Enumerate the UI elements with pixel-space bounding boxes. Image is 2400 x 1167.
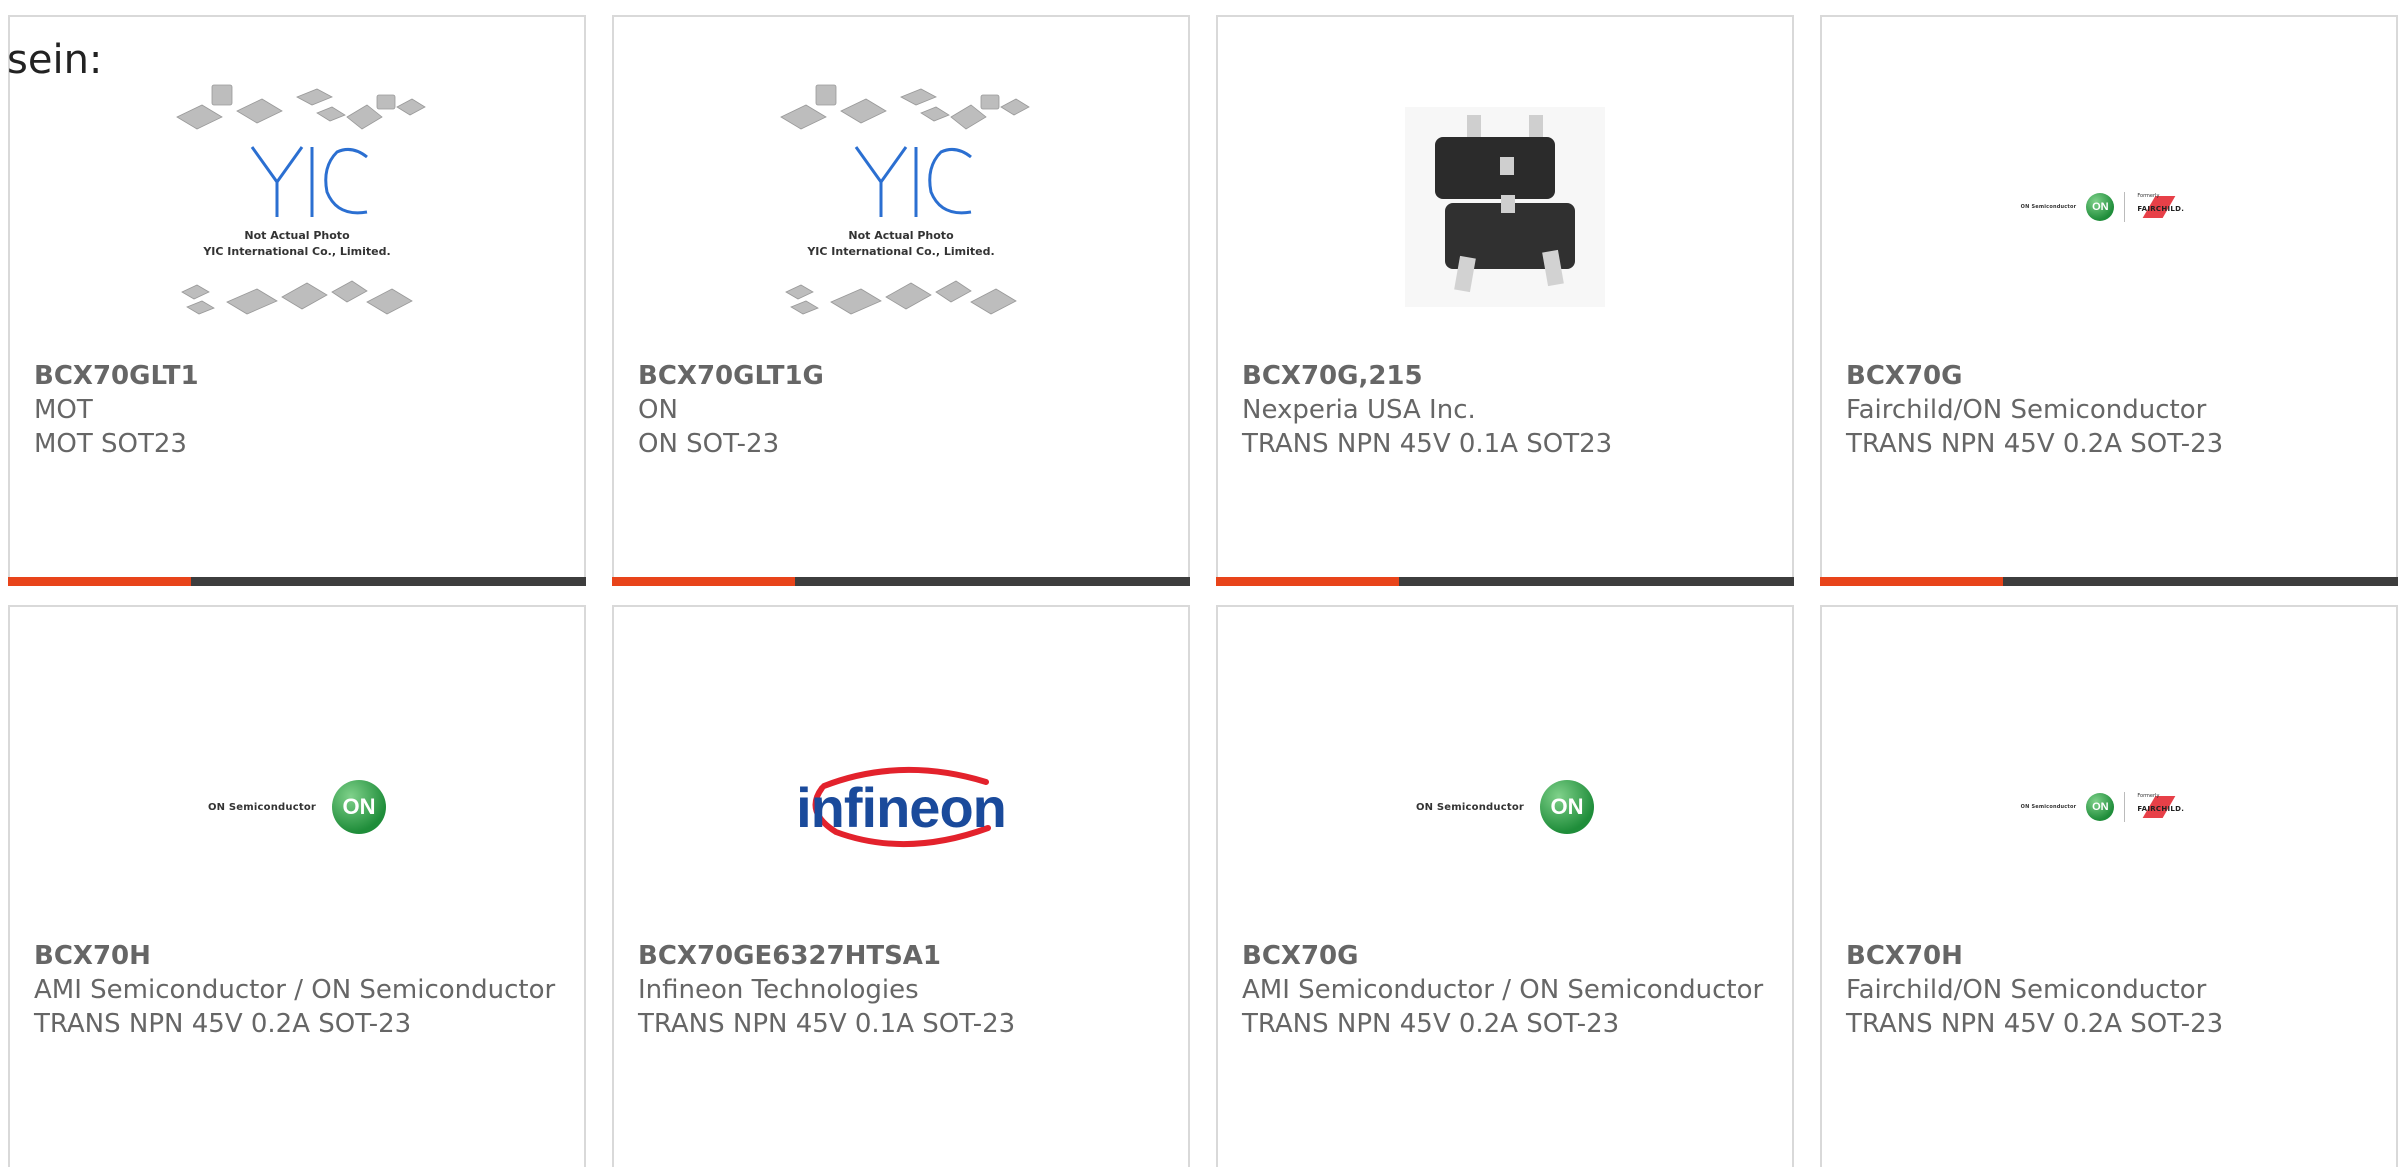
manufacturer: MOT bbox=[34, 395, 93, 425]
fairchild-text: FAIRCHILD. bbox=[2137, 805, 2185, 813]
on-semiconductor-text: ON Semiconductor bbox=[2020, 204, 2077, 210]
fairchild-logo-icon: Formerly FAIRCHILD. bbox=[2135, 792, 2197, 822]
product-info: BCX70GE6327HTSA1 Infineon Technologies T… bbox=[638, 939, 1168, 1041]
product-grid-page: sein: Not Actual Photo YIC International… bbox=[0, 0, 2400, 1167]
manufacturer: AMI Semiconductor / ON Semiconductor bbox=[34, 975, 556, 1005]
manufacturer: ON bbox=[638, 395, 678, 425]
formerly-text: Formerly bbox=[2137, 793, 2160, 799]
product-info: BCX70GLT1 MOT MOT SOT23 bbox=[34, 359, 564, 461]
product-image[interactable]: ON Semiconductor ON bbox=[10, 657, 584, 957]
on-semiconductor-text: ON Semiconductor bbox=[1415, 801, 1525, 813]
on-fairchild-logo: ON Semiconductor ON Formerly FAIRCHILD. bbox=[2021, 192, 2198, 222]
part-number[interactable]: BCX70GE6327HTSA1 bbox=[638, 939, 1168, 973]
part-number[interactable]: BCX70GLT1G bbox=[638, 359, 1168, 393]
manufacturer: AMI Semiconductor / ON Semiconductor bbox=[1242, 975, 1764, 1005]
infineon-logo: infineon bbox=[796, 762, 1007, 852]
product-info: BCX70GLT1G ON ON SOT-23 bbox=[638, 359, 1168, 461]
product-image[interactable]: ON Semiconductor ON Formerly FAIRCHILD. bbox=[1822, 657, 2396, 957]
card-accent bbox=[612, 577, 795, 586]
on-semiconductor-logo: ON Semiconductor ON bbox=[1415, 780, 1595, 834]
product-card[interactable]: Not Actual Photo YIC International Co., … bbox=[8, 15, 586, 586]
product-info: BCX70G,215 Nexperia USA Inc. TRANS NPN 4… bbox=[1242, 359, 1772, 461]
intro-text: sein: bbox=[7, 37, 103, 83]
description: TRANS NPN 45V 0.2A SOT-23 bbox=[34, 1009, 412, 1039]
description: TRANS NPN 45V 0.1A SOT23 bbox=[1242, 429, 1613, 459]
fairchild-text: FAIRCHILD. bbox=[2137, 205, 2185, 213]
infineon-text: infineon bbox=[796, 775, 1007, 839]
yic-caption-line1: Not Actual Photo bbox=[244, 229, 350, 242]
description: ON SOT-23 bbox=[638, 429, 780, 459]
manufacturer: Infineon Technologies bbox=[638, 975, 919, 1005]
card-accent bbox=[1216, 577, 1399, 586]
product-card[interactable]: ON Semiconductor ON Formerly FAIRCHILD. … bbox=[1820, 15, 2398, 586]
manufacturer: Fairchild/ON Semiconductor bbox=[1846, 395, 2207, 425]
on-logo-icon: ON bbox=[332, 780, 387, 834]
card-accent bbox=[1820, 577, 2003, 586]
product-image[interactable]: ON Semiconductor ON bbox=[1218, 657, 1792, 957]
logo-divider bbox=[2124, 192, 2126, 222]
product-info: BCX70H AMI Semiconductor / ON Semiconduc… bbox=[34, 939, 564, 1041]
product-info: BCX70G AMI Semiconductor / ON Semiconduc… bbox=[1242, 939, 1772, 1041]
fairchild-logo-icon: Formerly FAIRCHILD. bbox=[2135, 192, 2197, 222]
product-image[interactable]: Not Actual Photo YIC International Co., … bbox=[10, 57, 584, 357]
on-fairchild-logo: ON Semiconductor ON Formerly FAIRCHILD. bbox=[2021, 792, 2198, 822]
product-card[interactable]: ON Semiconductor ON BCX70H AMI Semicondu… bbox=[8, 605, 586, 1167]
card-bottom-bar bbox=[8, 577, 586, 586]
logo-divider bbox=[2124, 792, 2126, 822]
product-info: BCX70H Fairchild/ON Semiconductor TRANS … bbox=[1846, 939, 2376, 1041]
formerly-text: Formerly bbox=[2137, 193, 2160, 199]
description: TRANS NPN 45V 0.1A SOT-23 bbox=[638, 1009, 1016, 1039]
product-image[interactable]: Not Actual Photo YIC International Co., … bbox=[614, 57, 1188, 357]
card-accent bbox=[8, 577, 191, 586]
part-number[interactable]: BCX70G,215 bbox=[1242, 359, 1772, 393]
description: MOT SOT23 bbox=[34, 429, 187, 459]
product-card[interactable]: BCX70G,215 Nexperia USA Inc. TRANS NPN 4… bbox=[1216, 15, 1794, 586]
product-image[interactable]: infineon bbox=[614, 657, 1188, 957]
part-number[interactable]: BCX70H bbox=[1846, 939, 2376, 973]
description: TRANS NPN 45V 0.2A SOT-23 bbox=[1846, 429, 2224, 459]
manufacturer: Nexperia USA Inc. bbox=[1242, 395, 1476, 425]
on-semiconductor-text: ON Semiconductor bbox=[2020, 804, 2077, 810]
yic-placeholder-image: Not Actual Photo YIC International Co., … bbox=[780, 84, 1030, 315]
yic-caption-line2: YIC International Co., Limited. bbox=[806, 245, 994, 258]
part-number[interactable]: BCX70GLT1 bbox=[34, 359, 564, 393]
yic-placeholder-image: Not Actual Photo YIC International Co., … bbox=[176, 84, 426, 315]
product-image[interactable] bbox=[1218, 57, 1792, 357]
description: TRANS NPN 45V 0.2A SOT-23 bbox=[1242, 1009, 1620, 1039]
product-card[interactable]: ON Semiconductor ON Formerly FAIRCHILD. … bbox=[1820, 605, 2398, 1167]
product-card[interactable]: Not Actual Photo YIC International Co., … bbox=[612, 15, 1190, 586]
on-logo-icon: ON bbox=[2086, 793, 2115, 821]
yic-caption-line1: Not Actual Photo bbox=[848, 229, 954, 242]
on-logo-icon: ON bbox=[1540, 780, 1595, 834]
product-card[interactable]: ON Semiconductor ON BCX70G AMI Semicondu… bbox=[1216, 605, 1794, 1167]
card-bottom-bar bbox=[1216, 577, 1794, 586]
manufacturer: Fairchild/ON Semiconductor bbox=[1846, 975, 2207, 1005]
part-number[interactable]: BCX70H bbox=[34, 939, 564, 973]
on-logo-icon: ON bbox=[2086, 193, 2115, 221]
card-bottom-bar bbox=[1820, 577, 2398, 586]
description: TRANS NPN 45V 0.2A SOT-23 bbox=[1846, 1009, 2224, 1039]
on-semiconductor-logo: ON Semiconductor ON bbox=[207, 780, 387, 834]
product-image[interactable]: ON Semiconductor ON Formerly FAIRCHILD. bbox=[1822, 57, 2396, 357]
sot23-chip-photo bbox=[1405, 107, 1605, 307]
yic-caption-line2: YIC International Co., Limited. bbox=[202, 245, 390, 258]
on-semiconductor-text: ON Semiconductor bbox=[207, 801, 317, 813]
product-info: BCX70G Fairchild/ON Semiconductor TRANS … bbox=[1846, 359, 2376, 461]
part-number[interactable]: BCX70G bbox=[1846, 359, 2376, 393]
part-number[interactable]: BCX70G bbox=[1242, 939, 1772, 973]
product-card[interactable]: infineon BCX70GE6327HTSA1 Infineon Techn… bbox=[612, 605, 1190, 1167]
card-bottom-bar bbox=[612, 577, 1190, 586]
